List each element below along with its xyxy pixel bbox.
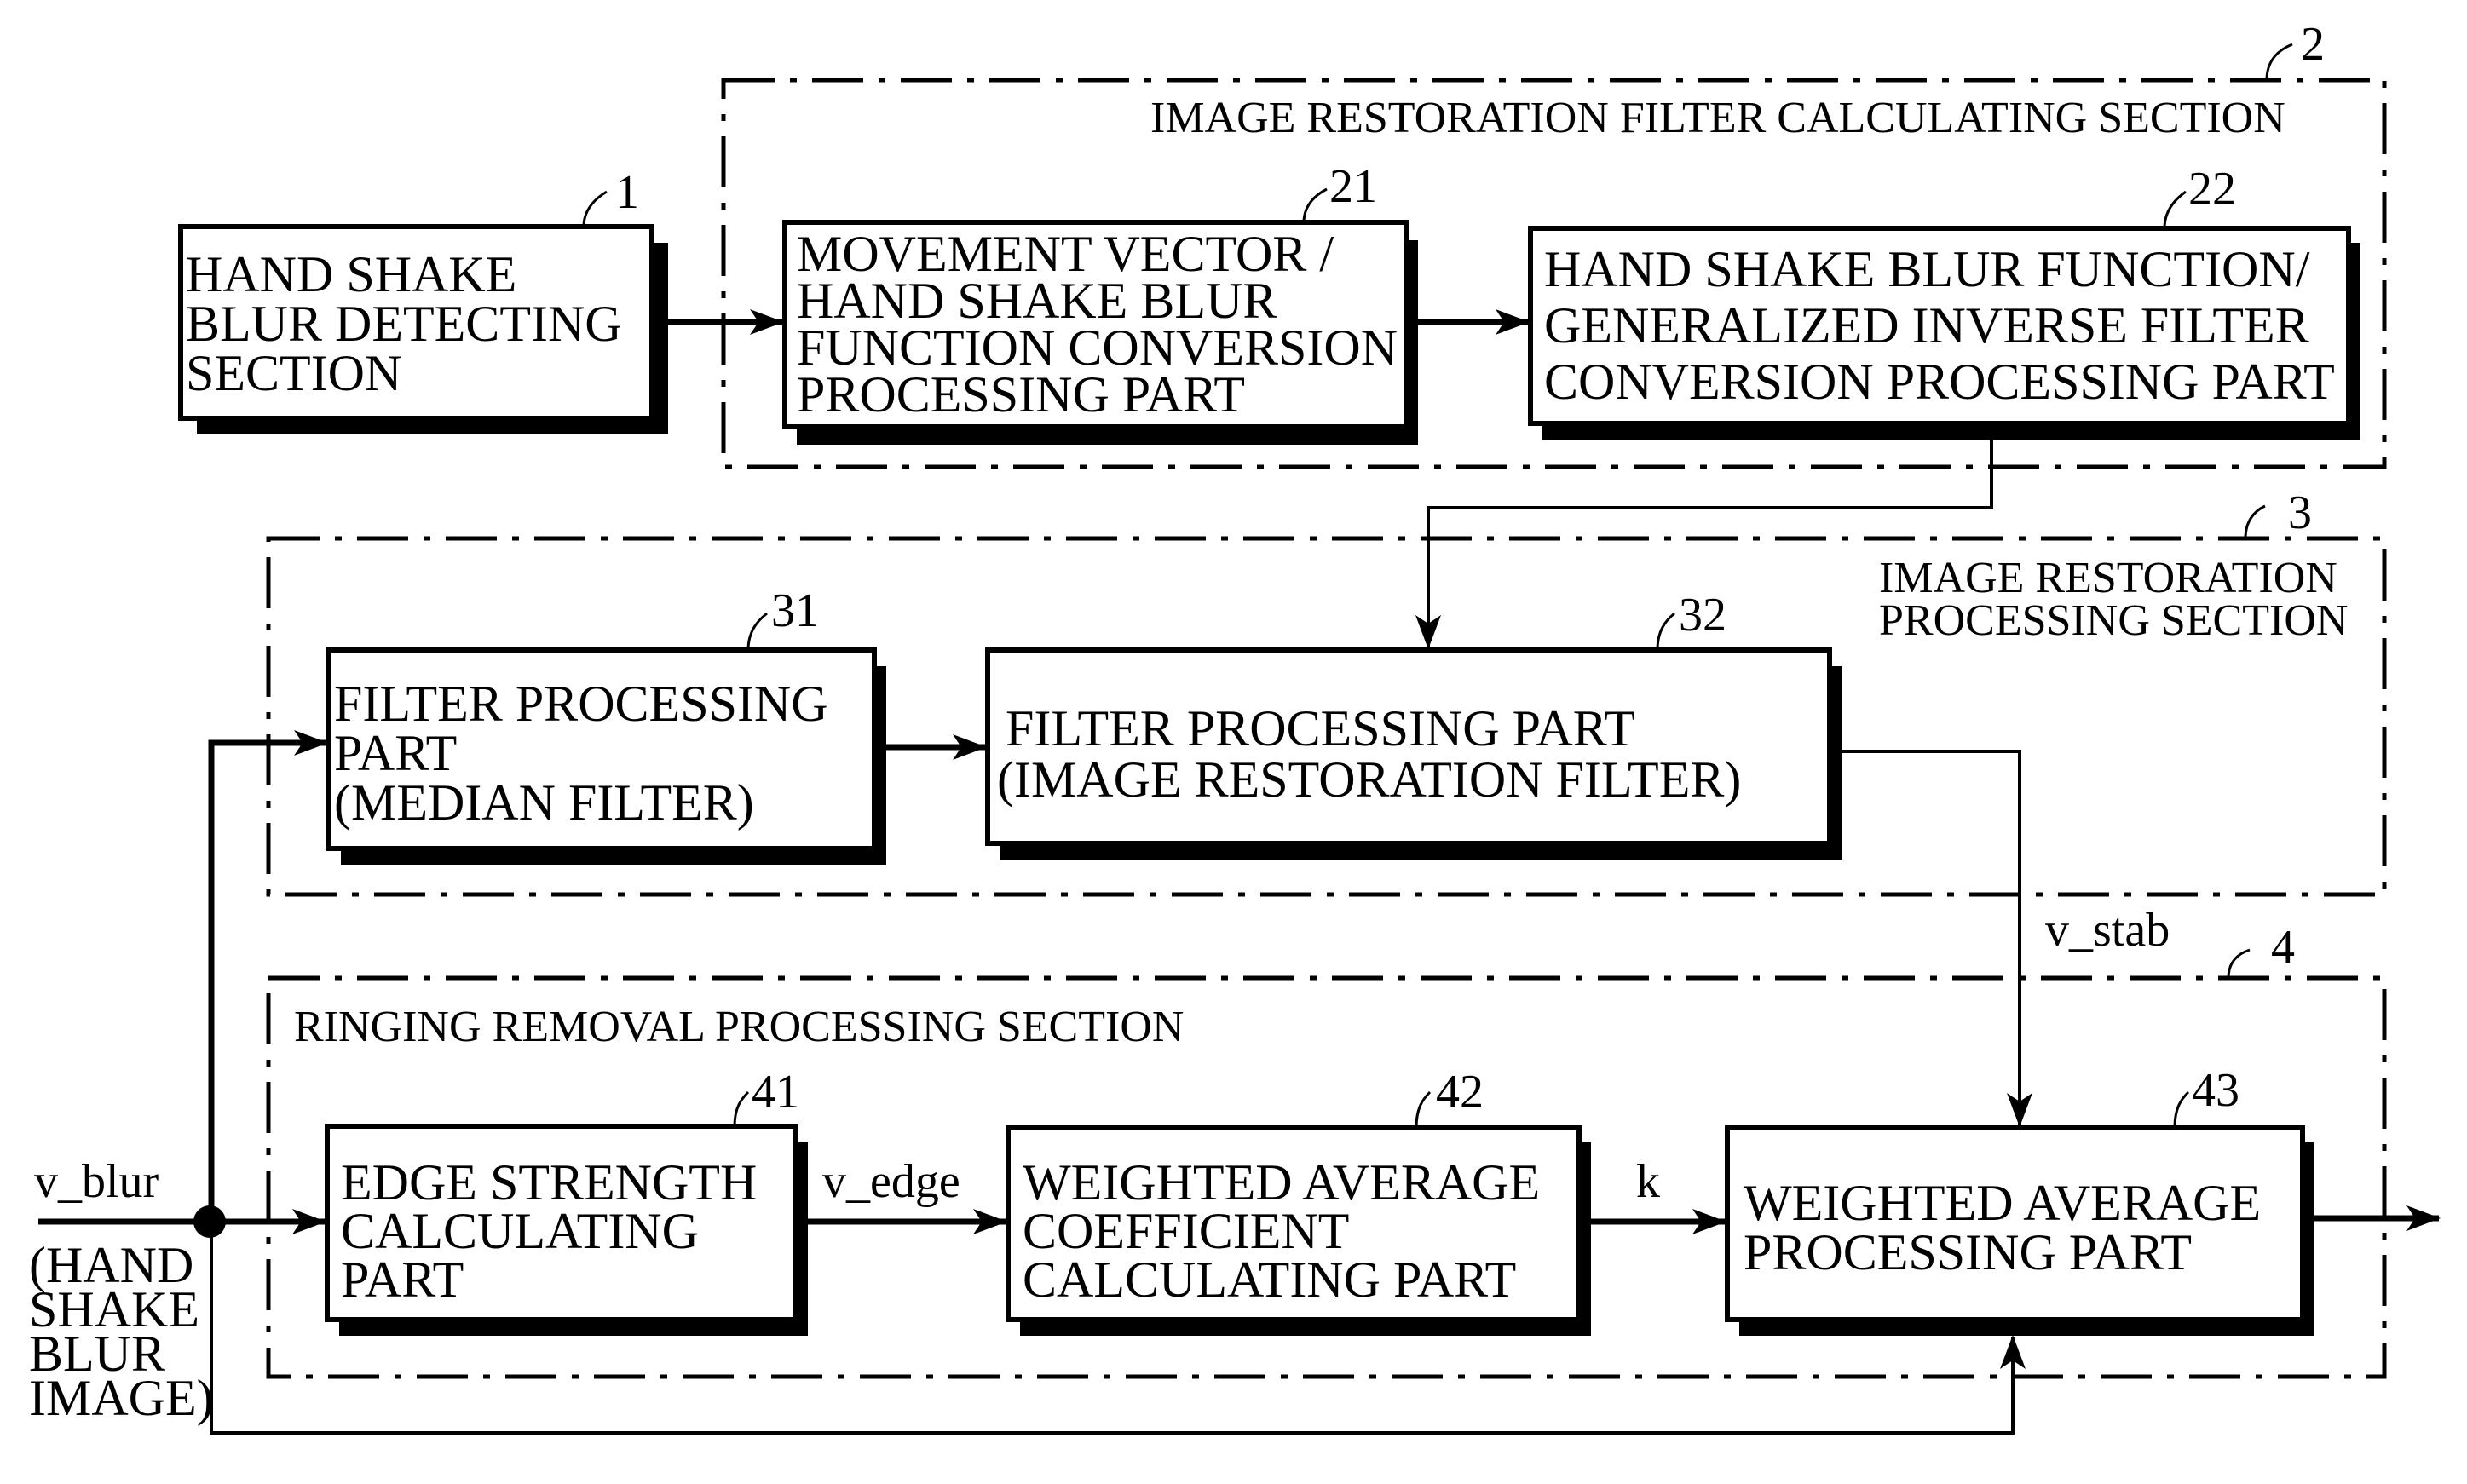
ref-leader	[2163, 190, 2187, 229]
block-label-line: BLUR DETECTING	[186, 296, 622, 352]
ref-leader	[1415, 1090, 1432, 1129]
signal-v-edge: v_edge	[822, 1155, 960, 1208]
ref-leader	[746, 612, 768, 651]
block-label-line: FILTER PROCESSING	[334, 676, 828, 732]
block-label-line: WEIGHTED AVERAGE	[1744, 1175, 2261, 1231]
block-movement-vector-conversion-part[interactable]: 21 MOVEMENT VECTOR / HAND SHAKE BLUR FUN…	[782, 160, 1418, 445]
ref-leader	[1656, 612, 1675, 651]
block-ref-41: 41	[752, 1066, 799, 1119]
ref-leader	[582, 190, 608, 227]
ref-leader	[733, 1090, 750, 1127]
block-label-line: PROCESSING PART	[797, 366, 1245, 423]
section-ref-2: 2	[2301, 18, 2325, 71]
block-label-line: GENERALIZED INVERSE FILTER	[1544, 297, 2309, 354]
block-hand-shake-blur-detecting-section[interactable]: 1 HAND SHAKE BLUR DETECTING SECTION	[178, 166, 668, 434]
block-ref-43: 43	[2192, 1064, 2239, 1117]
junction-dot	[193, 1205, 226, 1238]
block-ref-1: 1	[615, 166, 639, 219]
block-weighted-average-coefficient-calculating-part[interactable]: 42 WEIGHTED AVERAGE COEFFICIENT CALCULAT…	[1006, 1066, 1591, 1336]
block-median-filter-processing-part[interactable]: 31 FILTER PROCESSING PART (MEDIAN FILTER…	[326, 584, 886, 865]
block-generalized-inverse-filter-conversion-part[interactable]: 22 HAND SHAKE BLUR FUNCTION/ GENERALIZED…	[1528, 163, 2360, 440]
ref-leader	[1302, 187, 1328, 223]
block-ref-42: 42	[1436, 1066, 1484, 1119]
block-ref-22: 22	[2188, 163, 2236, 216]
signal-v-blur: v_blur	[34, 1155, 159, 1208]
block-label-line: PART	[341, 1251, 464, 1308]
block-label-line: FILTER PROCESSING PART	[1006, 700, 1635, 756]
ref-leader	[2244, 504, 2266, 539]
section-ref-3: 3	[2288, 486, 2312, 539]
ref-leader	[2227, 948, 2251, 979]
block-label-line: PART	[334, 725, 457, 781]
section-ref-4: 4	[2271, 921, 2295, 974]
ref-leader	[2173, 1090, 2190, 1129]
v-blur-desc-line: IMAGE)	[29, 1370, 214, 1426]
block-label-line: CONVERSION PROCESSING PART	[1544, 354, 2335, 410]
block-label-line: SECTION	[186, 345, 401, 401]
block-edge-strength-calculating-part[interactable]: 41 EDGE STRENGTH CALCULATING PART	[325, 1066, 808, 1336]
block-ref-31: 31	[771, 584, 819, 637]
block-label-line: (IMAGE RESTORATION FILTER)	[997, 751, 1741, 808]
block-diagram: 2 IMAGE RESTORATION FILTER CALCULATING S…	[29, 18, 2441, 1435]
block-ref-32: 32	[1679, 589, 1726, 641]
block-label-line: PROCESSING PART	[1744, 1224, 2192, 1280]
section-title-3-line2: PROCESSING SECTION	[1879, 596, 2348, 645]
ref-leader	[2265, 43, 2293, 81]
block-label-line: (MEDIAN FILTER)	[334, 774, 754, 831]
block-image-restoration-filter-processing-part[interactable]: 32 FILTER PROCESSING PART (IMAGE RESTORA…	[985, 589, 1842, 860]
signal-v-stab: v_stab	[2045, 904, 2170, 957]
block-label-line: HAND SHAKE BLUR FUNCTION/	[1544, 241, 2310, 297]
section-title-3-line1: IMAGE RESTORATION	[1879, 554, 2337, 602]
block-ref-21: 21	[1329, 160, 1377, 213]
signal-k: k	[1636, 1155, 1660, 1208]
block-label-line: CALCULATING PART	[1023, 1251, 1516, 1308]
arrow-32-to-43-v-stab	[1842, 750, 2032, 1127]
section-title-4: RINGING REMOVAL PROCESSING SECTION	[294, 1003, 1184, 1051]
section-title-2: IMAGE RESTORATION FILTER CALCULATING SEC…	[1150, 94, 2285, 142]
block-label-line: HAND SHAKE	[186, 246, 516, 302]
